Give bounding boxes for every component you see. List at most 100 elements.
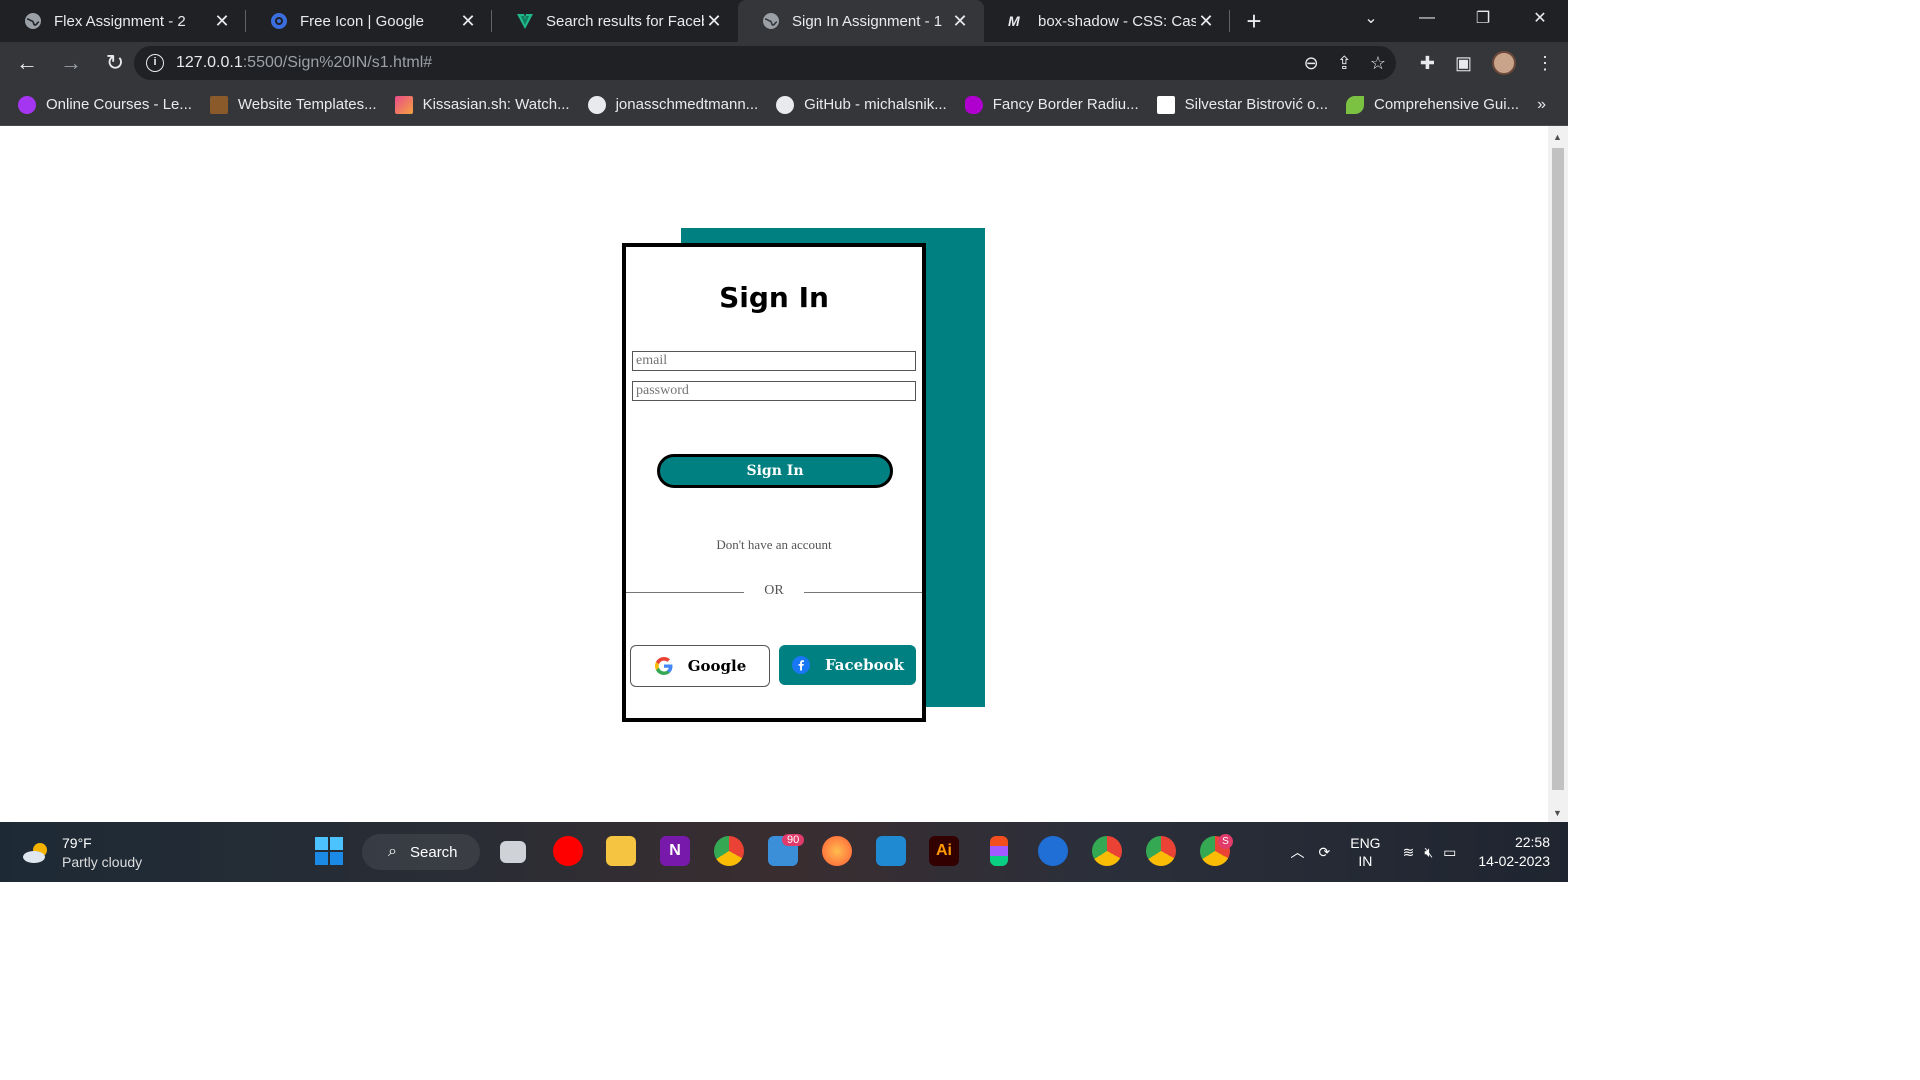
- divider-line: [804, 592, 922, 593]
- zoom-icon[interactable]: ⊖: [1304, 53, 1319, 74]
- tab-search-results[interactable]: Search results for Facebo ✕: [492, 0, 738, 42]
- info-icon[interactable]: i: [146, 54, 164, 72]
- omnibox-actions: ⊖ ⇪ ☆: [1304, 46, 1386, 80]
- chrome-profile-icon[interactable]: [1146, 836, 1176, 866]
- bookmark-item[interactable]: Comprehensive Gui...: [1346, 95, 1519, 114]
- flaticon-icon: [271, 13, 287, 29]
- close-icon[interactable]: ✕: [212, 11, 232, 32]
- tab-sign-in-assignment[interactable]: Sign In Assignment - 1 ✕: [738, 0, 984, 42]
- close-icon[interactable]: ✕: [458, 11, 478, 32]
- windows-start-icon[interactable]: [314, 836, 344, 866]
- language-indicator[interactable]: ENG IN: [1350, 834, 1380, 870]
- date: 14-02-2023: [1478, 853, 1550, 869]
- lang-region: IN: [1358, 853, 1373, 869]
- new-tab-button[interactable]: +: [1234, 0, 1274, 42]
- mail-badge: 90: [782, 834, 805, 846]
- onenote-icon[interactable]: N: [660, 836, 690, 866]
- partly-cloudy-icon: [22, 841, 52, 865]
- close-window-icon[interactable]: ✕: [1512, 0, 1568, 36]
- or-label: OR: [764, 583, 784, 598]
- taskbar: 79°F Partly cloudy ⌕ Search N 90 Ai S ︿ …: [0, 822, 1568, 882]
- signin-card: Sign In Sign In Don't have an account OR…: [622, 243, 926, 722]
- close-icon[interactable]: ✕: [950, 11, 970, 32]
- bookmark-label: Fancy Border Radiu...: [992, 96, 1139, 113]
- mute-icon[interactable]: 🔇︎: [1424, 844, 1433, 861]
- bookmarks-overflow-button[interactable]: »: [1537, 96, 1546, 114]
- facebook-button[interactable]: Facebook: [779, 645, 916, 685]
- tab-box-shadow[interactable]: M box-shadow - CSS: Cascac ✕: [984, 0, 1230, 42]
- github-icon: [587, 95, 606, 114]
- sync-icon[interactable]: ⟳: [1319, 844, 1331, 861]
- tab-strip: Flex Assignment - 2 ✕ Free Icon | Google…: [0, 0, 1568, 42]
- lang-code: ENG: [1350, 835, 1381, 851]
- bookmark-label: Online Courses - Le...: [46, 96, 192, 113]
- task-view-icon[interactable]: [500, 841, 526, 863]
- bookmark-item[interactable]: Fancy Border Radiu...: [964, 95, 1139, 114]
- clock[interactable]: 22:58 14-02-2023: [1478, 833, 1550, 871]
- tab-title: Search results for Facebo: [546, 12, 704, 30]
- vscode-icon[interactable]: [876, 836, 906, 866]
- side-panel-icon[interactable]: ▣: [1455, 53, 1472, 74]
- fancy-border-icon: [964, 95, 983, 114]
- close-icon[interactable]: ✕: [1196, 11, 1216, 32]
- toolbar-right: ✚ ▣ ⋮: [1420, 42, 1554, 84]
- bookmark-item[interactable]: Online Courses - Le...: [18, 95, 192, 114]
- chrome-badge: S: [1218, 834, 1233, 849]
- url-text[interactable]: 127.0.0.1:5500/Sign%20IN/s1.html#: [176, 54, 432, 72]
- chrome-profile-icon[interactable]: [1092, 836, 1122, 866]
- address-bar[interactable]: i 127.0.0.1:5500/Sign%20IN/s1.html# ⊖ ⇪ …: [134, 46, 1396, 80]
- udemy-icon: [18, 95, 36, 114]
- email-field[interactable]: [632, 351, 916, 371]
- google-button[interactable]: Google: [630, 645, 770, 687]
- restore-icon[interactable]: ❐: [1455, 0, 1511, 36]
- avatar[interactable]: [1492, 51, 1516, 75]
- sign-in-button[interactable]: Sign In: [657, 454, 893, 488]
- wifi-icon[interactable]: ≋: [1403, 844, 1415, 861]
- search-icon: ⌕: [388, 843, 397, 860]
- figma-icon[interactable]: [990, 836, 1008, 866]
- password-field[interactable]: [632, 381, 916, 401]
- url-path: :5500/Sign%20IN/s1.html#: [242, 54, 433, 71]
- or-divider: OR: [626, 583, 922, 603]
- taskbar-search[interactable]: ⌕ Search: [362, 834, 480, 870]
- scrollbar[interactable]: ▲ ▼: [1548, 126, 1568, 822]
- file-explorer-icon[interactable]: [606, 836, 636, 866]
- globe-icon: [763, 13, 779, 29]
- close-icon[interactable]: ✕: [704, 11, 724, 32]
- tab-free-icon[interactable]: Free Icon | Google ✕: [246, 0, 492, 42]
- no-account-link[interactable]: Don't have an account: [626, 537, 922, 553]
- bookmark-item[interactable]: Silvestar Bistrović o...: [1156, 95, 1328, 114]
- tab-title: box-shadow - CSS: Cascac: [1038, 12, 1196, 30]
- youtube-music-icon[interactable]: [553, 836, 583, 866]
- bookmark-item[interactable]: jonasschmedtmann...: [587, 95, 758, 114]
- page-content: Sign In Sign In Don't have an account OR…: [0, 126, 1548, 822]
- bookmark-item[interactable]: Kissasian.sh: Watch...: [394, 95, 570, 114]
- reload-button[interactable]: ↻: [96, 44, 134, 82]
- forward-button[interactable]: →: [52, 44, 90, 82]
- bookmark-item[interactable]: Website Templates...: [209, 95, 377, 114]
- leaf-icon: [1346, 95, 1364, 114]
- tab-search-chevron-icon[interactable]: ⌄: [1343, 0, 1399, 36]
- extensions-icon[interactable]: ✚: [1420, 53, 1435, 74]
- battery-icon[interactable]: ▭: [1443, 844, 1456, 861]
- tab-title: Free Icon | Google: [300, 12, 424, 30]
- chevron-up-icon[interactable]: ︿: [1291, 842, 1305, 862]
- illustrator-icon[interactable]: Ai: [929, 836, 959, 866]
- back-button[interactable]: ←: [8, 44, 46, 82]
- star-icon[interactable]: ☆: [1370, 53, 1386, 74]
- menu-icon[interactable]: ⋮: [1536, 53, 1554, 74]
- share-icon[interactable]: ⇪: [1337, 53, 1352, 74]
- scroll-up-icon[interactable]: ▲: [1553, 132, 1562, 142]
- weather-widget[interactable]: 79°F Partly cloudy: [22, 834, 142, 872]
- firefox-icon[interactable]: [822, 836, 852, 866]
- chrome-icon[interactable]: [714, 836, 744, 866]
- bookmark-item[interactable]: GitHub - michalsnik...: [776, 95, 947, 114]
- scroll-thumb[interactable]: [1552, 148, 1564, 790]
- tab-flex-assignment[interactable]: Flex Assignment - 2 ✕: [0, 0, 246, 42]
- bookmark-label: GitHub - michalsnik...: [804, 96, 947, 113]
- minimize-icon[interactable]: —: [1399, 0, 1455, 36]
- edge-dev-icon[interactable]: [1038, 836, 1068, 866]
- bookmark-label: Kissasian.sh: Watch...: [422, 96, 570, 113]
- bookmarks-bar: Online Courses - Le... Website Templates…: [0, 84, 1568, 126]
- scroll-down-icon[interactable]: ▼: [1553, 808, 1562, 818]
